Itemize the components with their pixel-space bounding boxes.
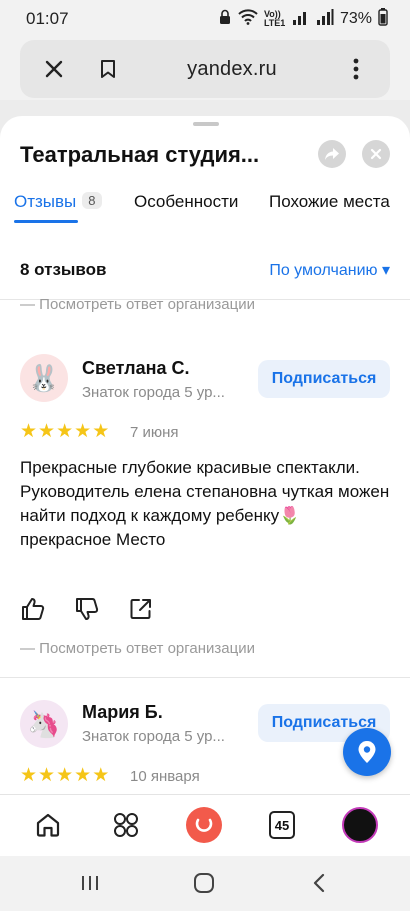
star-icon: ★ (74, 421, 92, 442)
tab-similar-places[interactable]: Похожие места (269, 192, 390, 212)
star-icon: ★ (38, 765, 56, 786)
lock-icon (218, 9, 232, 30)
signal-icon (292, 9, 310, 30)
review-date: 7 июня (130, 424, 179, 441)
review-author-level: Знаток города 5 ур... (82, 384, 225, 401)
more-menu-icon[interactable] (338, 51, 374, 87)
star-icon: ★ (92, 765, 110, 786)
tab-label: Особенности (134, 192, 239, 211)
reviews-count: 8 отзывов (20, 260, 107, 279)
share-button[interactable] (318, 140, 346, 168)
close-icon (370, 148, 382, 160)
home-button-icon[interactable] (191, 870, 217, 896)
review-date: 10 января (130, 768, 200, 785)
sheet-grabber[interactable] (193, 122, 219, 126)
status-indicators: Vo)) LTE1 73% (218, 7, 388, 31)
alice-icon (186, 807, 222, 843)
location-pin-icon (358, 741, 376, 763)
unicorn-icon: 🦄 (27, 708, 61, 739)
battery-icon (378, 7, 388, 31)
page-title: Театральная студия... (20, 142, 260, 167)
close-icon[interactable] (36, 51, 72, 87)
profile-avatar[interactable] (342, 807, 378, 843)
star-icon: ★ (56, 421, 74, 442)
reviews-header: 8 отзывов По умолчанию ▾ (0, 254, 410, 286)
tab-reviews[interactable]: Отзывы 8 (14, 192, 102, 212)
review-author-level: Знаток города 5 ур... (82, 728, 225, 745)
avatar[interactable]: 🦄 (20, 700, 68, 748)
system-navigation-bar (0, 856, 410, 911)
tab-features[interactable]: Особенности (134, 192, 238, 212)
battery-level: 73% (339, 10, 372, 27)
org-reply-link[interactable]: — Посмотреть ответ организации (20, 640, 255, 657)
rabbit-icon: 🐰 (27, 362, 61, 393)
star-icon: ★ (74, 765, 92, 786)
url-field[interactable]: yandex.ru (126, 58, 338, 81)
star-icon: ★ (20, 765, 38, 786)
wifi-icon (238, 8, 258, 30)
status-time: 01:07 (26, 9, 69, 28)
star-icon: ★ (56, 765, 74, 786)
home-icon[interactable] (30, 807, 66, 843)
place-card-sheet: Театральная студия... Отзывы 8 Особенност… (0, 116, 410, 794)
subscribe-button[interactable]: Подписаться (258, 360, 390, 398)
close-sheet-button[interactable] (362, 140, 390, 168)
tabs-button[interactable]: 45 (264, 807, 300, 843)
star-icon: ★ (20, 421, 38, 442)
share-arrow-icon (325, 148, 339, 160)
dislike-icon[interactable] (74, 596, 100, 622)
bottom-navigation: 45 (0, 794, 410, 856)
sort-dropdown[interactable]: По умолчанию ▾ (269, 260, 390, 280)
like-icon[interactable] (20, 596, 46, 622)
reviews-count-badge: 8 (82, 192, 102, 209)
bookmark-icon[interactable] (90, 51, 126, 87)
share-icon[interactable] (128, 596, 154, 622)
rating-stars: ★ ★ ★ ★ ★ (20, 766, 109, 785)
star-icon: ★ (38, 421, 56, 442)
browser-address-bar: yandex.ru (20, 40, 390, 98)
recent-apps-icon[interactable] (77, 870, 103, 896)
active-tab-indicator (14, 220, 78, 223)
location-fab[interactable] (343, 728, 391, 776)
tab-label: Похожие места (269, 192, 390, 211)
back-icon[interactable] (306, 870, 332, 896)
org-reply-link[interactable]: — Посмотреть ответ организации (20, 296, 255, 313)
status-bar: 01:07 Vo)) LTE1 73% (0, 0, 410, 38)
avatar (342, 807, 378, 843)
signal-icon (316, 8, 334, 30)
tab-bar: Отзывы 8 Особенности Похожие места (0, 188, 410, 228)
review-text: Прекрасные глубокие красивые спектакли. … (20, 458, 390, 549)
review-actions (20, 596, 154, 622)
avatar[interactable]: 🐰 (20, 354, 68, 402)
alice-assistant-button[interactable] (186, 807, 222, 843)
tab-label: Отзывы (14, 192, 77, 211)
open-tabs-count: 45 (269, 811, 295, 839)
screen: 01:07 Vo)) LTE1 73% yandex.ru Театральна… (0, 0, 410, 911)
services-grid-icon[interactable] (108, 807, 144, 843)
review-author[interactable]: Мария Б. (82, 702, 163, 723)
star-icon: ★ (92, 421, 110, 442)
divider (0, 677, 410, 678)
network-label: Vo)) LTE1 (263, 9, 286, 28)
review-author[interactable]: Светлана С. (82, 358, 190, 379)
rating-stars: ★ ★ ★ ★ ★ (20, 422, 109, 441)
